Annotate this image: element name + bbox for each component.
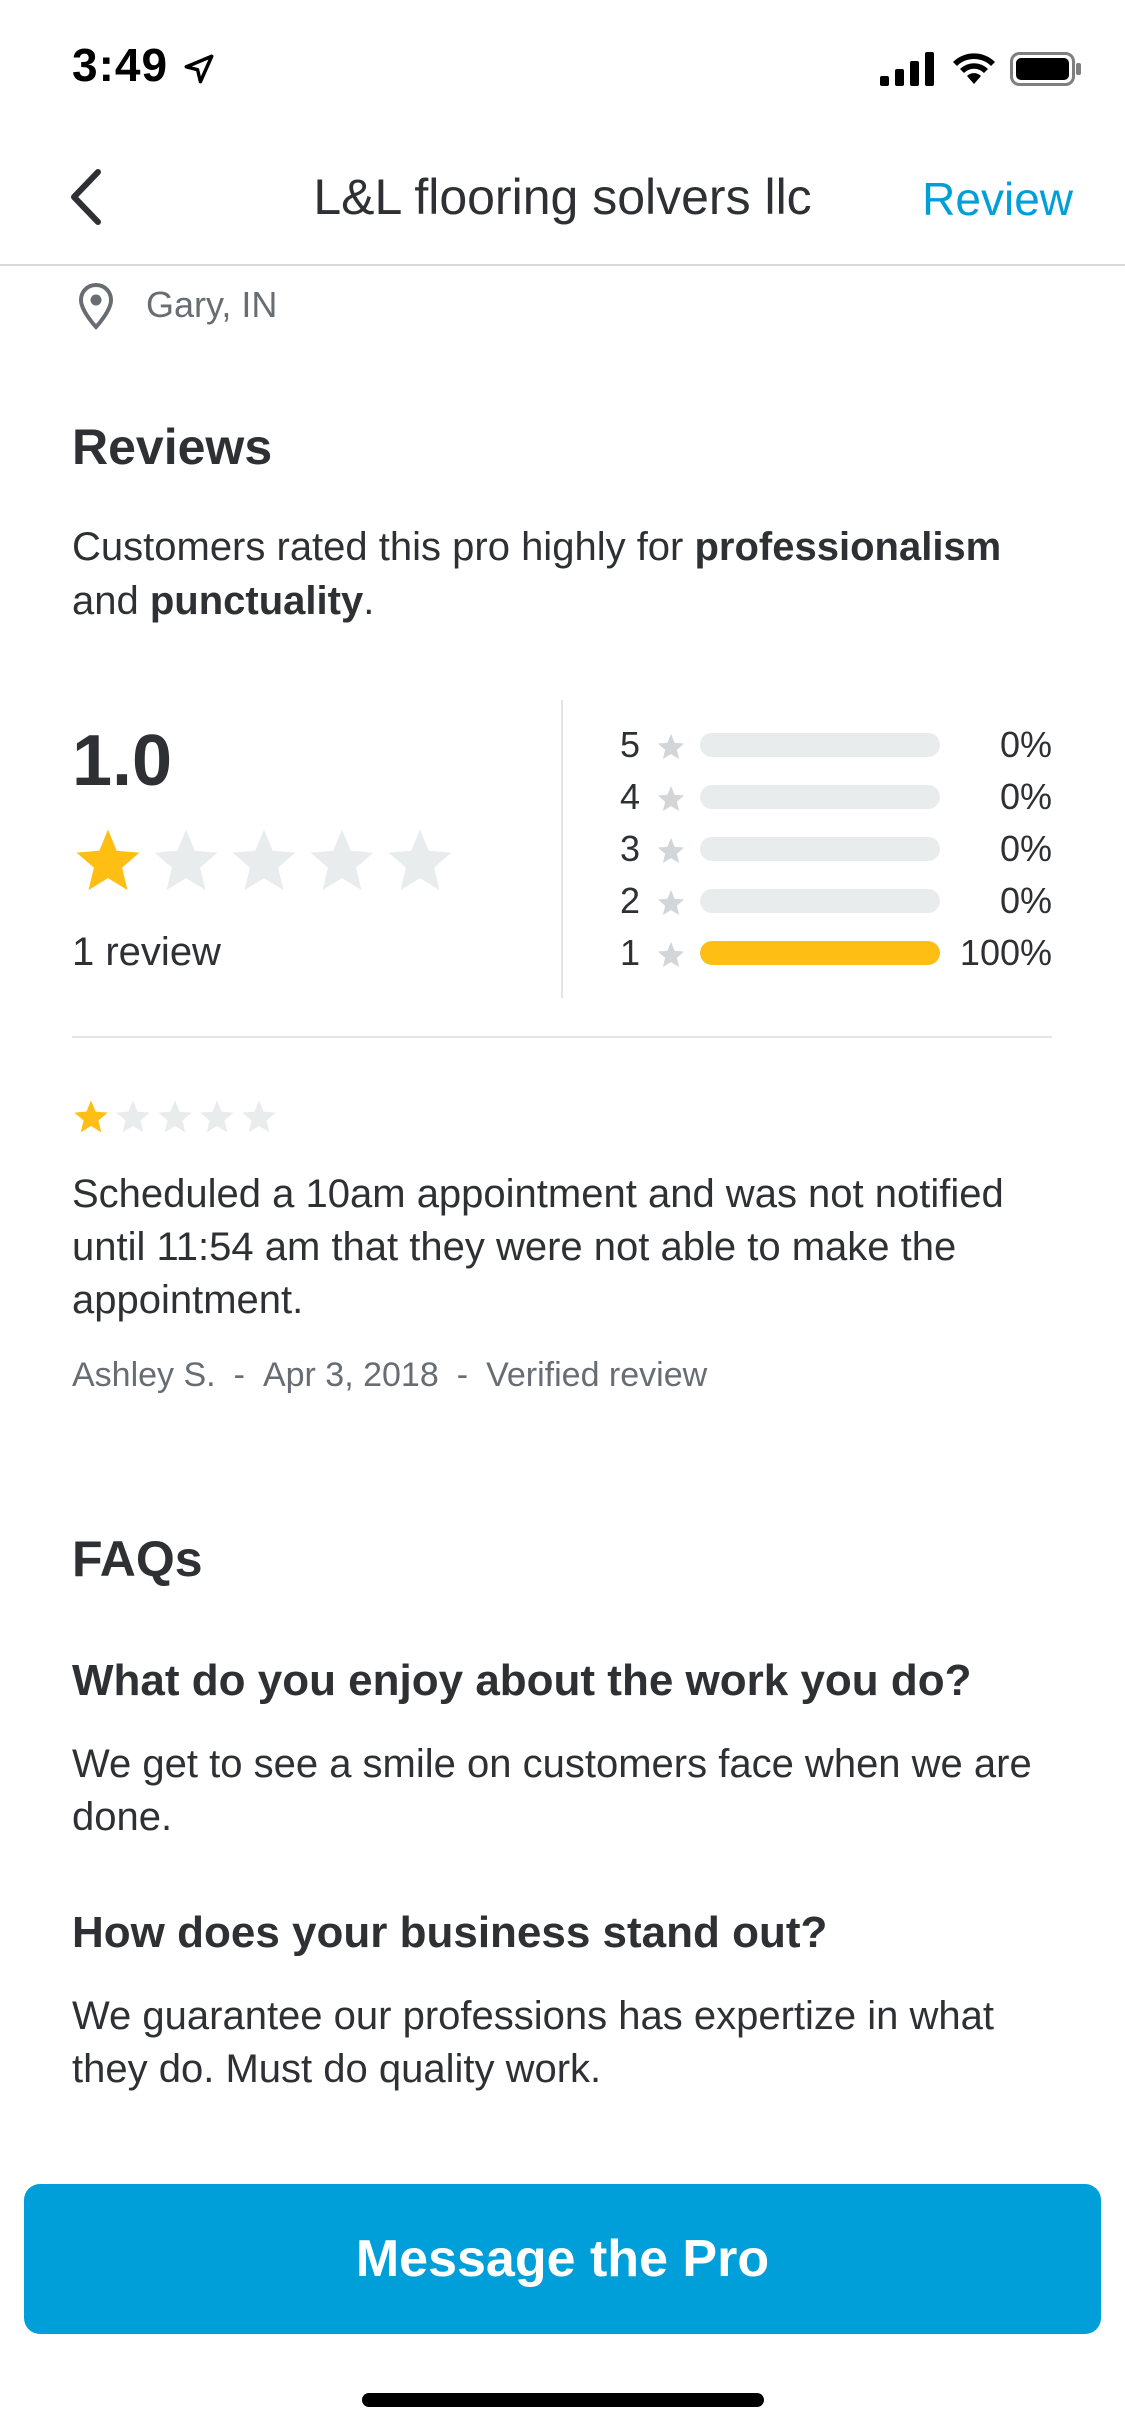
home-indicator [362, 2393, 764, 2407]
star-empty-icon [657, 889, 685, 916]
summary-text: and [72, 579, 150, 623]
star-filled-icon [76, 829, 140, 891]
status-time: 3:49 [72, 39, 169, 91]
verified-review-label: Verified review [486, 1356, 708, 1394]
star-empty-icon [116, 1100, 150, 1133]
star-empty-icon [657, 941, 685, 968]
histogram-bar-fill [700, 941, 940, 965]
histogram-percent: 0% [999, 880, 1052, 921]
histogram-row: 5 0% [620, 718, 1060, 770]
histogram-bar-track [700, 941, 940, 965]
review-count: 1 review [72, 930, 221, 974]
histogram-bar-track [700, 889, 940, 913]
location-arrow-icon [184, 54, 214, 84]
meta-separator: - [456, 1356, 469, 1394]
map-pin-icon [78, 282, 114, 330]
review-text: Scheduled a 10am appointment and was not… [72, 1172, 1004, 1322]
page-title: L&L flooring solvers llc [313, 169, 812, 225]
star-filled-icon [74, 1100, 108, 1133]
faq-answer: We guarantee our professions has experti… [72, 1994, 995, 2091]
star-empty-icon [388, 829, 452, 891]
message-the-pro-button[interactable]: Message the Pro [24, 2184, 1101, 2334]
histogram-star-label: 1 [620, 932, 641, 973]
average-rating-stars [72, 825, 456, 897]
faqs-heading: FAQs [72, 1531, 203, 1587]
location-text: Gary, IN [146, 284, 278, 325]
review-meta: Ashley S. - Apr 3, 2018- Verified review [72, 1356, 707, 1395]
star-empty-icon [200, 1100, 234, 1133]
histogram-star-label: 2 [620, 880, 641, 921]
histogram-percent: 0% [999, 828, 1052, 869]
star-empty-icon [242, 1100, 276, 1133]
star-empty-icon [657, 733, 685, 760]
histogram-bar-track [700, 733, 940, 757]
summary-highlight-professionalism: professionalism [694, 525, 1002, 569]
wifi-icon [953, 53, 995, 84]
summary-highlight-punctuality: punctuality [149, 579, 364, 623]
histogram-star-label: 5 [620, 724, 641, 765]
histogram-row: 3 0% [620, 822, 1060, 874]
histogram-percent: 0% [999, 776, 1052, 817]
rating-histogram: 5 0% 4 0% 3 0% 2 0% 1 100% [620, 718, 1060, 978]
faq-answer: We get to see a smile on customers face … [72, 1742, 1032, 1839]
histogram-bar-track [700, 837, 940, 861]
reviews-summary: Customers rated this pro highly for prof… [72, 520, 1062, 628]
average-rating: 1.0 [72, 721, 173, 801]
star-empty-icon [310, 829, 374, 891]
page: 3:49 L&L flooring solvers llc Review Gar… [0, 0, 1125, 2436]
histogram-row: 1 100% [620, 926, 1060, 978]
star-empty-icon [657, 785, 685, 812]
faq-question: How does your business stand out? [72, 1908, 828, 1957]
star-empty-icon [154, 829, 218, 891]
cellular-signal-icon [880, 52, 934, 86]
histogram-star-label: 3 [620, 828, 641, 869]
status-bar: 3:49 [0, 0, 1125, 130]
histogram-percent: 100% [959, 932, 1052, 973]
histogram-percent: 0% [999, 724, 1052, 765]
vertical-divider [561, 700, 563, 998]
review-button[interactable]: Review [922, 172, 1073, 226]
summary-text: . [363, 579, 375, 623]
star-empty-icon [232, 829, 296, 891]
review-date: Apr 3, 2018 [262, 1356, 439, 1394]
star-empty-icon [657, 837, 685, 864]
faq-question: What do you enjoy about the work you do? [72, 1656, 972, 1705]
reviews-heading: Reviews [72, 419, 273, 475]
navigation-bar: L&L flooring solvers llc Review [0, 130, 1125, 266]
summary-text: Customers rated this pro highly for [72, 525, 695, 569]
back-chevron-icon[interactable] [60, 164, 120, 230]
histogram-star-label: 4 [620, 776, 641, 817]
meta-separator: - [233, 1356, 245, 1394]
histogram-row: 4 0% [620, 770, 1060, 822]
battery-icon [1010, 52, 1081, 86]
rating-overview: 1.0 1 review [72, 720, 532, 1000]
histogram-bar-track [700, 785, 940, 809]
review-author: Ashley S. [72, 1356, 216, 1394]
review-rating-stars [72, 1098, 278, 1136]
histogram-row: 2 0% [620, 874, 1060, 926]
star-empty-icon [158, 1100, 192, 1133]
section-divider [72, 1036, 1052, 1038]
